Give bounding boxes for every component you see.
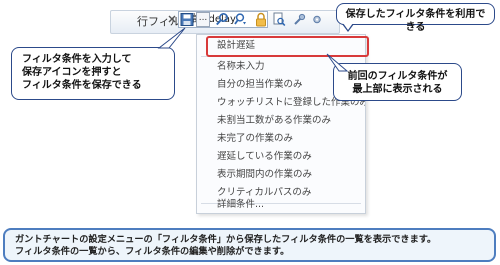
callout-last-filter-top: 前回のフィルタ条件が 最上部に表示される (333, 63, 462, 101)
settings-icon[interactable] (310, 12, 324, 27)
callout-line: フィルタ条件を入力して (22, 54, 132, 65)
callout-tail-fill (343, 23, 353, 30)
search-icon[interactable] (215, 12, 229, 27)
print-preview-icon[interactable] (272, 12, 286, 27)
info-line: ガントチャートの設定メニューの「フィルタ条件」から保存したフィルタ条件の一覧を表… (15, 234, 437, 245)
callout-save-filter: フィルタ条件を入力して 保存アイコンを押すと フィルタ条件を保存できる (11, 47, 175, 100)
callout-line: 最上部に表示される (352, 84, 443, 95)
filter-options-button[interactable]: ... (196, 12, 210, 27)
tool-icon[interactable] (292, 12, 306, 27)
filter-item-details[interactable]: 詳細条件... (197, 195, 365, 214)
filter-item-delayed[interactable]: 遅延している作業のみ (197, 147, 365, 166)
callout-use-saved-filter: 保存したフィルタ条件を利用できる (336, 3, 495, 33)
filter-item-in-period[interactable]: 表示期間内の作業のみ (197, 165, 365, 184)
callout-line: 前回のフィルタ条件が (347, 71, 448, 82)
callout-tail (326, 53, 349, 72)
callout-line: フィルタ条件を保存できる (22, 80, 142, 91)
info-line: フィルタ条件の一覧から、フィルタ条件の編集や削除ができます。 (15, 246, 290, 257)
callout-line: 保存アイコンを押すと (22, 67, 122, 78)
filter-item-unassigned[interactable]: 未割当工数がある作業のみ (197, 111, 365, 130)
filter-item-incomplete[interactable]: 未完了の作業のみ (197, 129, 365, 148)
info-note: ガントチャートの設定メニューの「フィルタ条件」から保存したフィルタ条件の一覧を表… (3, 228, 496, 262)
clear-filter-icon[interactable] (167, 14, 177, 24)
lock-icon[interactable] (254, 12, 268, 27)
save-filter-icon[interactable] (180, 12, 194, 27)
search-down-icon[interactable] (233, 12, 247, 27)
callout-tail (157, 27, 186, 49)
